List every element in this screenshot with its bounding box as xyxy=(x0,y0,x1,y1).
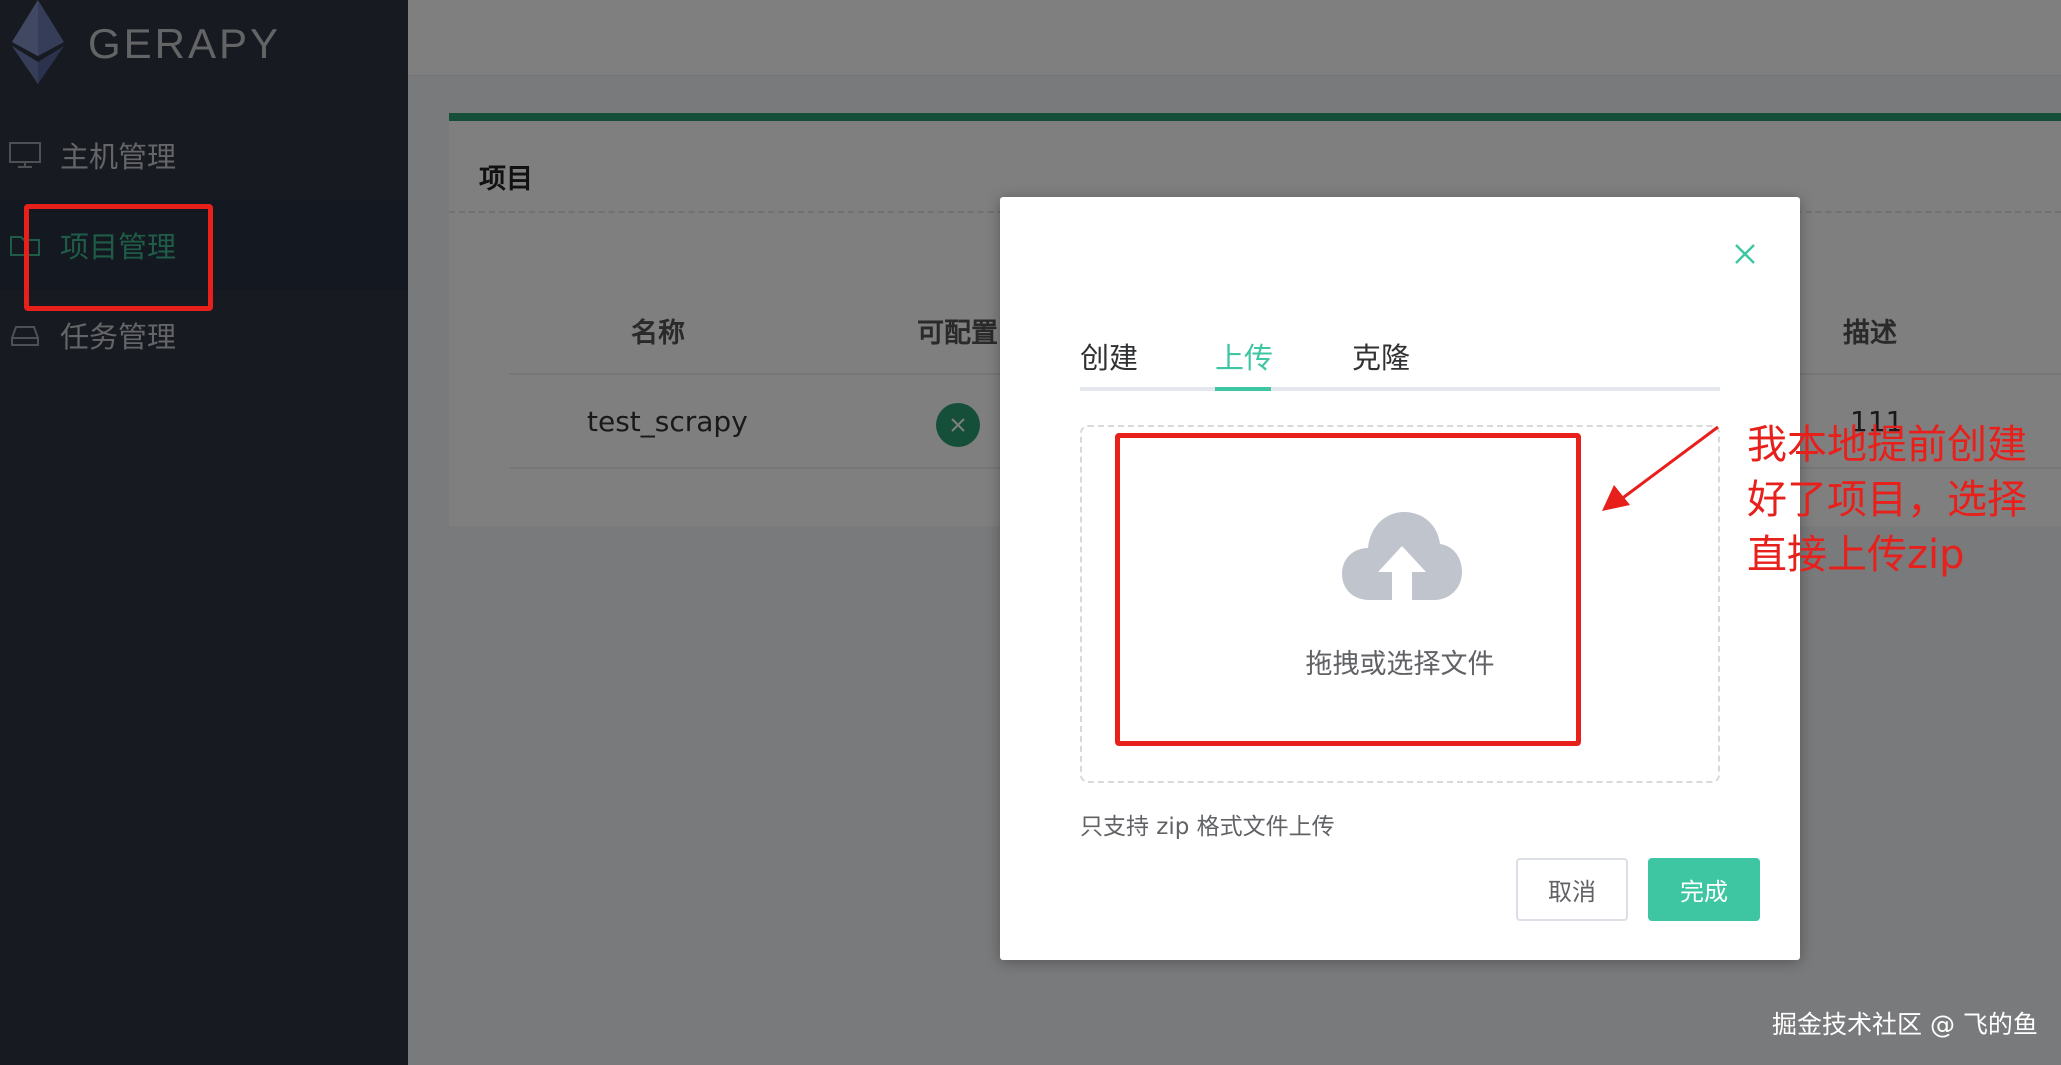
watermark: 掘金技术社区 @ 飞的鱼 xyxy=(1772,1010,2038,1039)
active-tab-indicator xyxy=(1215,387,1271,391)
annotation-text: 我本地提前创建 好了项目，选择 直接上传zip xyxy=(1747,418,2057,583)
annotation-line: 我本地提前创建 xyxy=(1747,422,2027,468)
annotation-highlight-dropzone xyxy=(1115,433,1581,746)
upload-tip: 只支持 zip 格式文件上传 xyxy=(1080,814,1335,840)
done-button[interactable]: 完成 xyxy=(1648,858,1760,921)
close-icon[interactable] xyxy=(1730,239,1760,269)
annotation-arrow-icon xyxy=(1602,425,1719,511)
app-root: GERAPY 主机管理 项目管理 任务管理 xyxy=(0,0,2061,1065)
cancel-button[interactable]: 取消 xyxy=(1516,858,1628,921)
tab-clone[interactable]: 克隆 xyxy=(1352,335,1410,377)
annotation-highlight-sidebar xyxy=(24,204,213,311)
annotation-line: 直接上传zip xyxy=(1747,532,1965,578)
tab-create[interactable]: 创建 xyxy=(1080,335,1138,377)
dialog-tabs: 创建 上传 克隆 xyxy=(1080,335,1720,391)
annotation-line: 好了项目，选择 xyxy=(1747,477,2027,523)
tab-upload[interactable]: 上传 xyxy=(1215,335,1273,377)
